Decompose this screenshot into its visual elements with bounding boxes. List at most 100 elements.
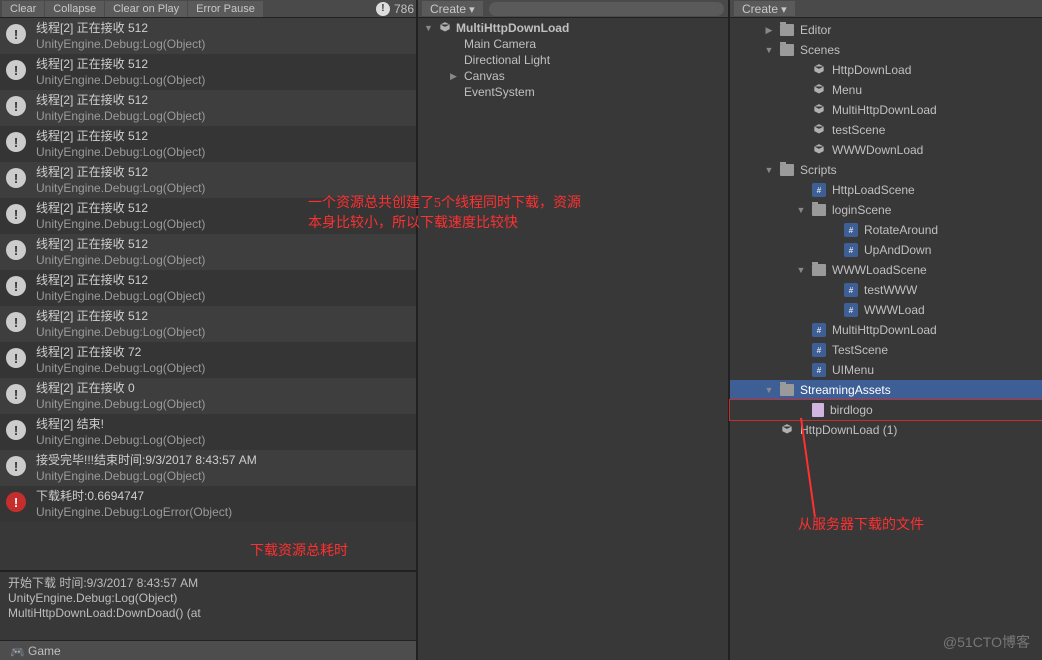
csharp-icon: # [844,303,858,317]
item-label: StreamingAssets [800,383,891,397]
project-item[interactable]: # UpAndDown [730,240,1042,260]
item-label: MultiHttpDownLoad [832,323,937,337]
item-label: UIMenu [832,363,874,377]
item-label: testScene [832,123,885,137]
log-entry[interactable]: ! 线程[2] 正在接收 512UnityEngine.Debug:Log(Ob… [0,126,416,162]
log-text: 线程[2] 正在接收 0UnityEngine.Debug:Log(Object… [36,380,205,412]
project-item[interactable]: ▼WWWLoadScene [730,260,1042,280]
project-item[interactable]: #UIMenu [730,360,1042,380]
log-entry[interactable]: ! 接受完毕!!!结束时间:9/3/2017 8:43:57 AMUnityEn… [0,450,416,486]
project-item[interactable]: ▼ loginScene [730,200,1042,220]
console-panel: Clear Collapse Clear on Play Error Pause… [0,0,418,660]
hierarchy-item[interactable]: Main Camera [418,36,728,52]
project-panel: Create ▾ ▶Editor▼Scenes HttpDownLoad Menu M… [730,0,1042,660]
hierarchy-toolbar: Create ▾ [418,0,728,18]
log-entry[interactable]: ! 线程[2] 正在接收 512UnityEngine.Debug:Log(Ob… [0,18,416,54]
log-entry[interactable]: ! 线程[2] 正在接收 512UnityEngine.Debug:Log(Ob… [0,234,416,270]
project-item[interactable]: #RotateAround [730,220,1042,240]
log-text: 线程[2] 正在接收 512UnityEngine.Debug:Log(Obje… [36,272,205,304]
scene-name: MultiHttpDownLoad [456,21,569,35]
info-icon: ! [376,2,390,16]
project-item[interactable]: HttpDownLoad [730,60,1042,80]
foldout-icon[interactable]: ▶ [450,71,460,82]
project-item[interactable]: ▼ StreamingAssets [730,380,1042,400]
clear-on-play-button[interactable]: Clear on Play [105,1,187,17]
clear-button[interactable]: Clear [2,1,44,17]
create-button[interactable]: Create ▾ [734,1,795,16]
log-entry[interactable]: ! 线程[2] 正在接收 512UnityEngine.Debug:Log(Ob… [0,54,416,90]
foldout-icon[interactable]: ▼ [764,165,774,175]
log-text: 下载耗时:0.6694747UnityEngine.Debug:LogError… [36,488,232,520]
item-label: Canvas [464,69,505,83]
game-tab[interactable]: 🎮 Game [0,640,416,660]
create-button[interactable]: Create ▾ [422,1,483,16]
unity-icon [438,21,452,35]
project-item[interactable]: HttpDownLoad (1) [730,420,1042,440]
item-label: loginScene [832,203,891,217]
item-label: HttpDownLoad [832,63,911,77]
annotation: 一个资源总共创建了5个线程同时下载，资源本身比较小，所以下载速度比较快 [308,194,588,234]
log-text: 线程[2] 结束!UnityEngine.Debug:Log(Object) [36,416,205,448]
hierarchy-item[interactable]: Directional Light [418,52,728,68]
project-item[interactable]: MultiHttpDownLoad [730,100,1042,120]
project-item[interactable]: ▼Scripts [730,160,1042,180]
item-label: testWWW [864,283,917,297]
foldout-icon[interactable]: ▼ [424,23,434,33]
log-text: 接受完毕!!!结束时间:9/3/2017 8:43:57 AMUnityEngi… [36,452,257,484]
log-text: 线程[2] 正在接收 512UnityEngine.Debug:Log(Obje… [36,92,205,124]
log-text: 线程[2] 正在接收 72UnityEngine.Debug:Log(Objec… [36,344,205,376]
item-label: TestScene [832,343,888,357]
project-item[interactable]: birdlogo [730,400,1042,420]
project-item[interactable]: #WWWLoad [730,300,1042,320]
csharp-icon: # [844,223,858,237]
foldout-icon[interactable]: ▼ [796,205,806,215]
log-entry[interactable]: ! 线程[2] 正在接收 72UnityEngine.Debug:Log(Obj… [0,342,416,378]
log-entry[interactable]: ! 线程[2] 结束!UnityEngine.Debug:Log(Object) [0,414,416,450]
project-item[interactable]: Menu [730,80,1042,100]
error-pause-button[interactable]: Error Pause [188,1,263,17]
foldout-icon[interactable]: ▼ [796,265,806,275]
project-item[interactable]: ▶Editor [730,20,1042,40]
foldout-icon[interactable]: ▶ [764,25,774,36]
hierarchy-item[interactable]: ▶ Canvas [418,68,728,84]
log-text: 线程[2] 正在接收 512UnityEngine.Debug:Log(Obje… [36,20,205,52]
log-text: 线程[2] 正在接收 512UnityEngine.Debug:Log(Obje… [36,164,205,196]
asset-icon [812,403,824,417]
log-entry[interactable]: ! 线程[2] 正在接收 0UnityEngine.Debug:Log(Obje… [0,378,416,414]
log-entry[interactable]: ! 线程[2] 正在接收 512UnityEngine.Debug:Log(Ob… [0,162,416,198]
info-icon: ! [6,24,26,44]
project-item[interactable]: ▼Scenes [730,40,1042,60]
csharp-icon: # [812,183,826,197]
unity-icon [812,143,826,157]
log-entry[interactable]: ! 线程[2] 正在接收 512UnityEngine.Debug:Log(Ob… [0,270,416,306]
project-item[interactable]: #testWWW [730,280,1042,300]
collapse-button[interactable]: Collapse [45,1,104,17]
game-icon: 🎮 [10,645,22,657]
hierarchy-panel: Create ▾ ▼ MultiHttpDownLoad Main Camera… [418,0,730,660]
project-item[interactable]: WWWDownLoad [730,140,1042,160]
info-icon: ! [6,96,26,116]
item-label: Main Camera [464,37,536,51]
console-log-list[interactable]: ! 线程[2] 正在接收 512UnityEngine.Debug:Log(Ob… [0,18,416,570]
project-item[interactable]: # HttpLoadScene [730,180,1042,200]
hierarchy-search[interactable] [489,2,724,16]
message-count[interactable]: ! 786 [376,2,414,16]
info-icon: ! [6,276,26,296]
log-entry[interactable]: ! 下载耗时:0.6694747UnityEngine.Debug:LogErr… [0,486,416,522]
project-item[interactable]: #MultiHttpDownLoad [730,320,1042,340]
hierarchy-tree: ▼ MultiHttpDownLoad Main CameraDirection… [418,18,728,102]
item-label: UpAndDown [864,243,931,257]
csharp-icon: # [844,243,858,257]
foldout-icon[interactable]: ▼ [764,45,774,55]
project-item[interactable]: #TestScene [730,340,1042,360]
hierarchy-item[interactable]: EventSystem [418,84,728,100]
item-label: Menu [832,83,862,97]
foldout-icon[interactable]: ▼ [764,385,774,395]
item-label: HttpLoadScene [832,183,915,197]
log-entry[interactable]: ! 线程[2] 正在接收 512UnityEngine.Debug:Log(Ob… [0,306,416,342]
log-entry[interactable]: ! 线程[2] 正在接收 512UnityEngine.Debug:Log(Ob… [0,90,416,126]
project-item[interactable]: testScene [730,120,1042,140]
scene-row[interactable]: ▼ MultiHttpDownLoad [418,20,728,36]
unity-icon [812,123,826,137]
unity-icon [780,423,794,437]
